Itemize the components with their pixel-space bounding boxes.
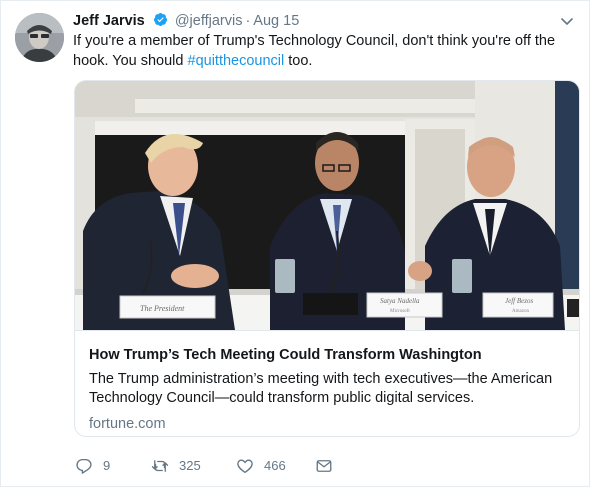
card-domain: fortune.com	[89, 416, 166, 432]
placard-nadella-sub: Microsoft	[390, 309, 410, 314]
placard-bezos-sub: Amazon	[512, 309, 529, 314]
tweet-actions: 9 325 466	[75, 456, 375, 476]
like-count: 466	[264, 458, 286, 473]
envelope-icon	[316, 460, 332, 472]
direct-message-button[interactable]	[315, 456, 333, 476]
like-button[interactable]: 466	[236, 456, 286, 476]
card-title[interactable]: How Trump’s Tech Meeting Could Transform…	[89, 345, 565, 365]
separator: ·	[245, 13, 251, 29]
reply-count: 9	[103, 458, 111, 473]
card-body[interactable]: How Trump’s Tech Meeting Could Transform…	[75, 330, 579, 436]
tweet-text-after: too.	[284, 53, 313, 69]
tweet[interactable]: Jeff Jarvis @jeffjarvis · Aug 15 If you're…	[0, 0, 590, 487]
tweet-header: Jeff Jarvis @jeffjarvis · Aug 15	[73, 11, 575, 31]
link-card[interactable]: The President Satya Nadella Microsoft Je…	[74, 80, 580, 437]
card-description: The Trump administration’s meeting with …	[89, 371, 553, 406]
tweet-date[interactable]: Aug 15	[253, 13, 299, 29]
placard-president: The President	[140, 304, 185, 313]
author-name[interactable]: Jeff Jarvis	[73, 13, 145, 29]
placard-nadella: Satya Nadella	[380, 297, 420, 305]
verified-badge-icon	[153, 12, 168, 27]
hashtag-link[interactable]: #quitthecouncil	[188, 53, 285, 69]
avatar[interactable]	[15, 13, 64, 62]
retweet-button[interactable]: 325	[151, 456, 201, 476]
chevron-down-icon[interactable]	[559, 13, 575, 29]
card-image[interactable]: The President Satya Nadella Microsoft Je…	[75, 81, 579, 330]
reply-icon	[76, 458, 92, 474]
retweet-icon	[151, 460, 169, 472]
tweet-text: If you're a member of Trump's Technology…	[73, 31, 573, 71]
heart-icon	[237, 459, 253, 474]
tweet-text-before: If you're a member of Trump's Technology…	[73, 33, 556, 69]
retweet-count: 325	[179, 458, 201, 473]
placard-bezos: Jeff Bezos	[505, 297, 533, 305]
author-handle[interactable]: @jeffjarvis	[175, 13, 243, 29]
reply-button[interactable]: 9	[75, 456, 110, 476]
